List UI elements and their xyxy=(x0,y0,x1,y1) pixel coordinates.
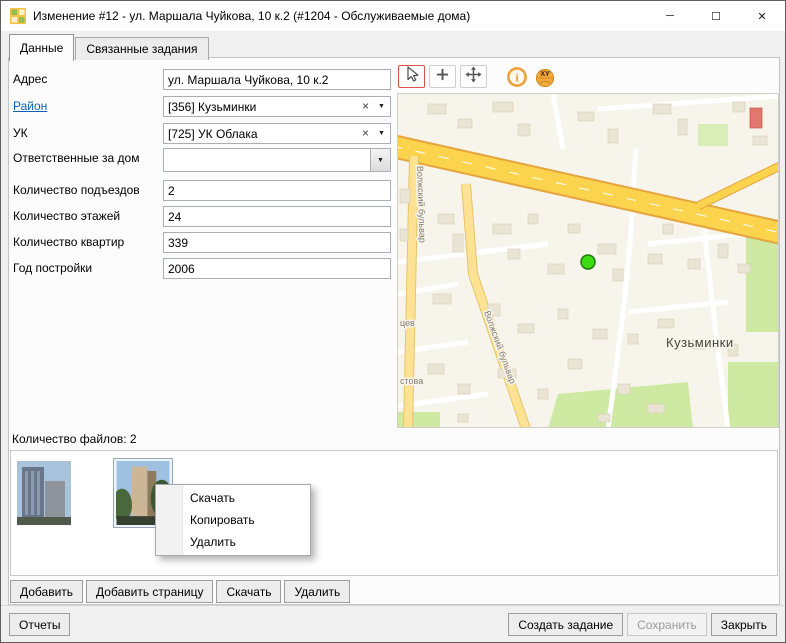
reports-button[interactable]: Отчеты xyxy=(9,613,70,636)
save-button: Сохранить xyxy=(627,613,707,636)
responsible-combobox[interactable]: ▼ xyxy=(163,148,391,172)
chevron-down-icon[interactable]: ▼ xyxy=(370,149,390,171)
files-count-label: Количество файлов: 2 xyxy=(12,432,137,446)
app-icon xyxy=(10,8,26,24)
district-link[interactable]: Район xyxy=(13,99,47,113)
build-year-label: Год постройки xyxy=(13,261,92,275)
form-row-entrances: Количество подъездов xyxy=(9,180,394,204)
form-row-district: Район [356] Кузьминки × ▼ xyxy=(9,96,394,120)
add-page-button[interactable]: Добавить страницу xyxy=(86,580,213,603)
tab-strip: Данные Связанные задания xyxy=(9,34,210,60)
street-label-partial: стова xyxy=(400,376,423,386)
management-company-value: [725] УК Облака xyxy=(164,127,358,141)
district-combobox[interactable]: [356] Кузьминки × ▼ xyxy=(163,96,391,117)
chevron-down-icon[interactable]: ▼ xyxy=(373,124,390,143)
tab-page-data: Адрес Район [356] Кузьминки × ▼ УК [725]… xyxy=(8,57,780,605)
form-row-management-company: УК [725] УК Облака × ▼ xyxy=(9,123,394,147)
apartments-label: Количество квартир xyxy=(13,235,124,249)
file-actions-bar: Добавить Добавить страницу Скачать Удали… xyxy=(10,580,350,603)
move-arrows-icon xyxy=(465,66,482,88)
entrances-label: Количество подъездов xyxy=(13,183,140,197)
minimize-button[interactable]: ─ xyxy=(647,1,693,31)
form-row-build-year: Год постройки xyxy=(9,258,394,282)
close-button[interactable]: ✕ xyxy=(739,1,785,31)
tab-linked-tasks[interactable]: Связанные задания xyxy=(75,37,208,60)
tab-data[interactable]: Данные xyxy=(9,34,74,61)
svg-text:XY: XY xyxy=(540,71,550,78)
entrances-input[interactable] xyxy=(163,180,391,201)
menu-item-delete[interactable]: Удалить xyxy=(156,531,310,553)
footer-right-buttons: Создать задание Сохранить Закрыть xyxy=(508,613,777,636)
clear-icon[interactable]: × xyxy=(358,97,373,116)
create-task-button[interactable]: Создать задание xyxy=(508,613,623,636)
street-label-partial: цев xyxy=(400,318,415,328)
chevron-down-icon[interactable]: ▼ xyxy=(373,97,390,116)
district-label: Кузьминки xyxy=(666,335,734,350)
files-panel[interactable] xyxy=(10,450,778,576)
form-row-floors: Количество этажей xyxy=(9,206,394,230)
download-file-button[interactable]: Скачать xyxy=(216,580,281,603)
file-thumbnail[interactable] xyxy=(17,461,71,525)
crosshair-icon xyxy=(435,67,450,87)
crosshair-tool-button[interactable] xyxy=(429,65,456,88)
management-company-combobox[interactable]: [725] УК Облака × ▼ xyxy=(163,123,391,144)
clear-icon[interactable]: × xyxy=(358,124,373,143)
district-value: [356] Кузьминки xyxy=(164,100,358,114)
address-input[interactable] xyxy=(163,69,391,90)
form-row-responsible: Ответственные за дом ▼ xyxy=(9,148,394,172)
xy-globe-icon: XY xyxy=(534,66,556,88)
delete-file-button[interactable]: Удалить xyxy=(284,580,350,603)
map-marker[interactable] xyxy=(581,255,595,269)
title-bar[interactable]: Изменение #12 - ул. Маршала Чуйкова, 10 … xyxy=(1,1,785,31)
maximize-button[interactable]: ☐ xyxy=(693,1,739,31)
apartments-input[interactable] xyxy=(163,232,391,253)
xy-coordinates-button[interactable]: XY xyxy=(533,65,556,88)
window-controls: ─ ☐ ✕ xyxy=(647,1,785,31)
footer-bar: Отчеты Создать задание Сохранить Закрыть xyxy=(1,605,785,642)
management-company-label: УК xyxy=(13,126,28,140)
map-canvas[interactable]: Волжский бульвар Волжский бульвар цев ст… xyxy=(397,93,779,428)
floors-label: Количество этажей xyxy=(13,209,120,223)
menu-item-download[interactable]: Скачать xyxy=(156,487,310,509)
responsible-label: Ответственные за дом xyxy=(13,151,139,165)
pan-tool-button[interactable] xyxy=(460,65,487,88)
floors-input[interactable] xyxy=(163,206,391,227)
add-file-button[interactable]: Добавить xyxy=(10,580,83,603)
dialog-window: Изменение #12 - ул. Маршала Чуйкова, 10 … xyxy=(0,0,786,643)
address-label: Адрес xyxy=(13,72,47,86)
menu-item-copy[interactable]: Копировать xyxy=(156,509,310,531)
close-dialog-button[interactable]: Закрыть xyxy=(711,613,777,636)
select-tool-button[interactable] xyxy=(398,65,425,88)
info-icon: i xyxy=(506,66,528,88)
build-year-input[interactable] xyxy=(163,258,391,279)
form-row-address: Адрес xyxy=(9,69,394,93)
form-row-apartments: Количество квартир xyxy=(9,232,394,256)
info-button[interactable]: i xyxy=(505,65,528,88)
context-menu: Скачать Копировать Удалить xyxy=(155,484,311,556)
cursor-arrow-icon xyxy=(404,66,420,87)
window-title: Изменение #12 - ул. Маршала Чуйкова, 10 … xyxy=(33,9,470,23)
